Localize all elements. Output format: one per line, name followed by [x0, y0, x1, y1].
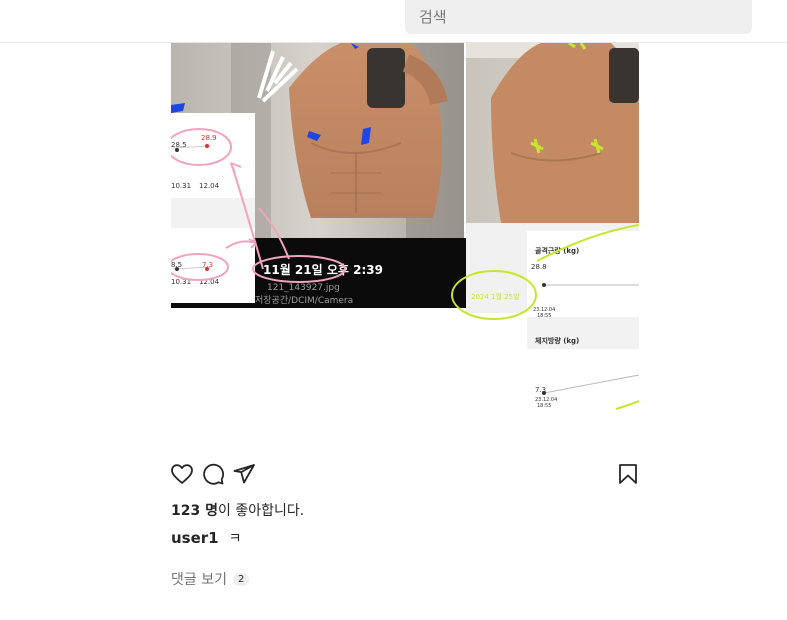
chart-bottom-value-a: 8.5 — [171, 261, 182, 269]
chart-bottom-value-b: 7.3 — [202, 261, 213, 269]
panel-bottom-time: 18:55 — [537, 403, 551, 409]
chart-top-value-a: 28.5 — [171, 141, 187, 149]
bookmark-icon — [619, 464, 637, 484]
likes-count[interactable]: 123 명이 좋아합니다. — [171, 500, 304, 520]
heart-icon — [171, 464, 193, 484]
caption-text: ㅋ — [228, 531, 242, 547]
chart-top-value-b: 28.9 — [201, 134, 217, 142]
caption-username[interactable]: user1 — [171, 529, 219, 547]
comment-button[interactable] — [199, 460, 227, 488]
left-photo: 11월 21일 오후 2:39 121_143927.jpg 저장공간/DCIM… — [171, 43, 466, 308]
right-photo-timestamp: 2024 1월 25일 — [471, 292, 520, 301]
search-box[interactable] — [405, 0, 752, 34]
post-photo-collage: 11월 21일 오후 2:39 121_143927.jpg 저장공간/DCIM… — [171, 43, 639, 421]
comment-icon — [203, 463, 225, 485]
share-icon — [233, 464, 255, 484]
chart-top-date-a: 10.31 — [171, 182, 191, 190]
right-photo: 골격근량 (kg) 28.8 23.12.04 18:55 체지방량 (kg) … — [451, 43, 639, 421]
search-input[interactable] — [405, 0, 739, 34]
view-comments-button[interactable]: 댓글 보기 2 — [171, 569, 250, 589]
panel-top-time: 18:55 — [537, 313, 551, 319]
share-button[interactable] — [230, 460, 258, 488]
top-bar — [0, 0, 787, 43]
likes-number: 123 명 — [171, 503, 218, 519]
chart-top-date-b: 12.04 — [199, 182, 220, 190]
post-image[interactable]: 11월 21일 오후 2:39 121_143927.jpg 저장공간/DCIM… — [171, 43, 639, 421]
panel-top-value: 28.8 — [531, 263, 547, 271]
view-comments-label: 댓글 보기 — [171, 572, 227, 588]
panel-bottom-value: 7.3 — [535, 386, 546, 394]
left-photo-path: 저장공간/DCIM/Camera — [255, 295, 353, 306]
bookmark-button[interactable] — [614, 460, 642, 488]
likes-suffix: 이 좋아합니다. — [217, 503, 305, 519]
panel-bottom-title: 체지방량 (kg) — [535, 336, 579, 345]
comment-count-badge: 2 — [232, 572, 250, 586]
post-caption: user1 ㅋ — [171, 528, 242, 548]
like-button[interactable] — [168, 460, 196, 488]
post-actions — [171, 460, 639, 488]
left-photo-timestamp: 11월 21일 오후 2:39 — [263, 262, 383, 277]
left-photo-filename: 121_143927.jpg — [267, 283, 340, 293]
